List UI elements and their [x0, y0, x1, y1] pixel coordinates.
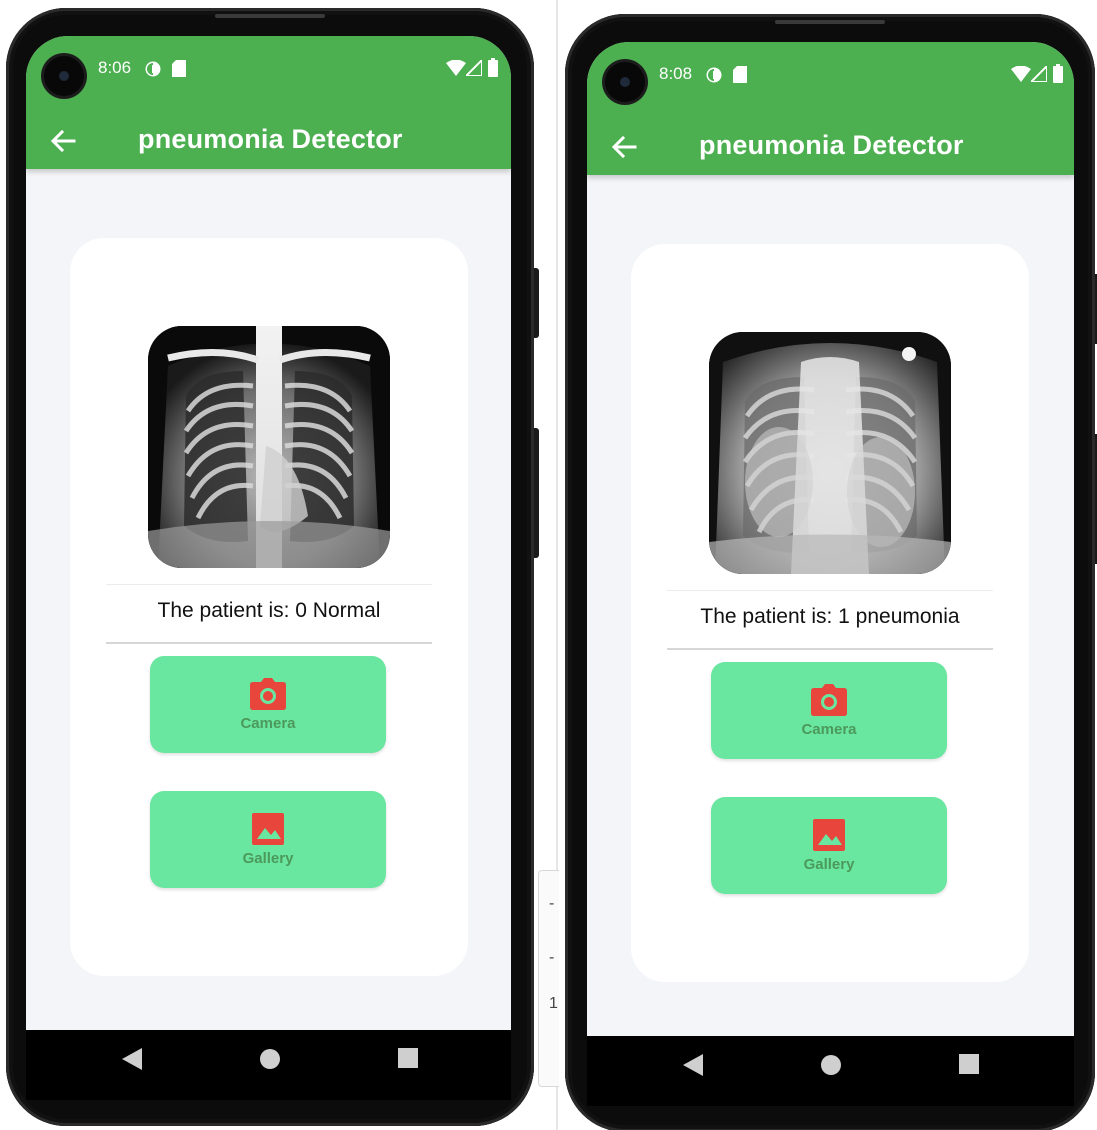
wifi-icon	[1011, 66, 1031, 82]
xray-image	[709, 332, 951, 574]
image-icon	[813, 819, 845, 851]
front-camera	[605, 62, 645, 102]
system-nav-bar	[26, 1030, 511, 1100]
power-button	[534, 268, 539, 338]
arrow-back-icon[interactable]	[609, 132, 639, 162]
camera-button-label: Camera	[801, 721, 857, 738]
phone-frame-left: 8:06 pneumonia Detector The patient is: …	[6, 8, 539, 1126]
prediction-result: The patient is: 1 pneumonia	[700, 605, 960, 628]
sd-card-icon	[733, 66, 747, 83]
page-title: pneumonia Detector	[699, 130, 964, 160]
camera-button[interactable]: Camera	[711, 662, 947, 759]
volume-button	[534, 428, 539, 558]
battery-icon	[1053, 64, 1063, 83]
home-circle-icon[interactable]	[820, 1054, 842, 1076]
chest-xray-normal	[148, 326, 390, 568]
recents-square-icon[interactable]	[398, 1048, 418, 1068]
system-nav-bar	[587, 1036, 1074, 1106]
status-bar: 8:06	[26, 36, 511, 102]
status-time: 8:06	[98, 58, 132, 77]
toolbar: pneumonia Detector	[26, 116, 511, 164]
signal-icon	[1031, 66, 1047, 82]
back-triangle-icon[interactable]	[122, 1048, 142, 1070]
camera-icon	[250, 678, 286, 710]
result-panel: The patient is: 0 Normal	[106, 584, 432, 644]
image-icon	[252, 813, 284, 845]
detector-card: The patient is: 1 pneumonia Camera Galle…	[631, 244, 1029, 982]
result-panel: The patient is: 1 pneumonia	[667, 590, 993, 650]
front-camera	[44, 56, 84, 96]
detector-card: The patient is: 0 Normal Camera Gallery	[70, 238, 468, 976]
recents-square-icon[interactable]	[959, 1054, 979, 1074]
back-triangle-icon[interactable]	[683, 1054, 703, 1076]
gallery-button[interactable]: Gallery	[711, 797, 947, 894]
gallery-button-label: Gallery	[242, 850, 294, 867]
status-bar: 8:08	[587, 42, 1074, 108]
app-screen: 8:06 pneumonia Detector The patient is: …	[26, 36, 511, 1030]
page-title: pneumonia Detector	[138, 124, 403, 154]
earpiece	[775, 20, 885, 24]
xray-image	[148, 326, 390, 568]
clipped-window-fragment: - - 1	[538, 870, 559, 1087]
sync-icon	[706, 67, 722, 83]
arrow-back-icon[interactable]	[48, 126, 78, 156]
wifi-icon	[446, 60, 466, 76]
chest-xray-pneumonia	[709, 332, 951, 574]
earpiece	[215, 14, 325, 18]
status-time: 8:08	[659, 64, 693, 83]
app-bar: 8:06 pneumonia Detector	[26, 36, 511, 169]
fragment-glyph: 1	[549, 995, 558, 1012]
camera-button[interactable]: Camera	[150, 656, 386, 753]
phone-frame-right: 8:08 pneumonia Detector The patient is: …	[565, 14, 1097, 1130]
sync-icon	[145, 61, 161, 77]
fragment-glyph: -	[549, 949, 555, 966]
signal-icon	[466, 60, 482, 76]
camera-button-label: Camera	[240, 715, 296, 732]
sd-card-icon	[172, 60, 186, 77]
app-bar: 8:08 pneumonia Detector	[587, 42, 1074, 175]
toolbar: pneumonia Detector	[587, 122, 1074, 170]
prediction-result: The patient is: 0 Normal	[157, 599, 381, 622]
screenshot-canvas: - - 1 8:06 pneumonia Detector The patien…	[0, 0, 1097, 1130]
fragment-glyph: -	[549, 895, 555, 912]
gallery-button-label: Gallery	[803, 856, 855, 873]
battery-icon	[488, 58, 498, 77]
home-circle-icon[interactable]	[259, 1048, 281, 1070]
app-screen: 8:08 pneumonia Detector The patient is: …	[587, 42, 1074, 1036]
camera-icon	[811, 684, 847, 716]
gallery-button[interactable]: Gallery	[150, 791, 386, 888]
